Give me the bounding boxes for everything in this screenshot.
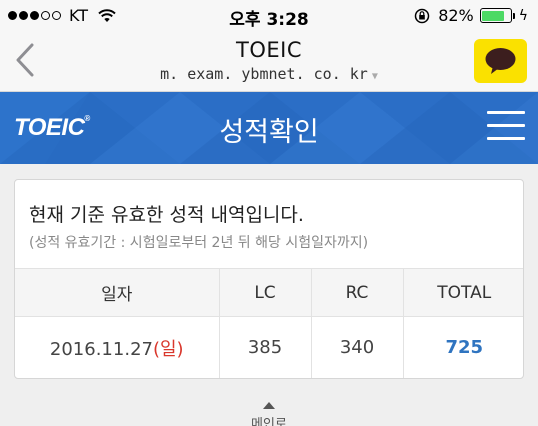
- score-date: 2016.11.27(일): [15, 316, 220, 378]
- page-title: 성적확인: [219, 117, 319, 148]
- column-header-lc: LC: [219, 268, 312, 317]
- kakao-share-button[interactable]: [474, 39, 527, 83]
- column-header-rc: RC: [311, 268, 404, 317]
- dropdown-caret-icon: ▼: [371, 71, 378, 82]
- status-bar: KT 오후 3:28 82% ϟ: [0, 0, 538, 32]
- score-total[interactable]: 725: [403, 317, 523, 379]
- browser-url[interactable]: m. exam. ybmnet. co. kr ▼: [0, 65, 538, 83]
- score-rc: 340: [311, 316, 404, 378]
- score-lc: 385: [219, 316, 312, 378]
- column-header-date: 일자: [15, 268, 220, 317]
- kakao-talk-icon: [485, 48, 516, 74]
- orientation-lock-icon: [414, 8, 430, 23]
- charging-icon: ϟ: [518, 7, 528, 24]
- validity-note: (성적 유효기간 : 시험일로부터 2년 뒤 해당 시험일자까지): [29, 235, 369, 251]
- column-header-total: TOTAL: [437, 282, 492, 303]
- score-table: 일자 LC RC TOTAL 2016.11.27(일) 385 340 725: [15, 268, 523, 379]
- score-card: 현재 기준 유효한 성적 내역입니다. (성적 유효기간 : 시험일로부터 2년…: [14, 179, 524, 379]
- status-right: 82% ϟ: [414, 6, 528, 25]
- url-text: m. exam. ybmnet. co. kr: [160, 65, 368, 83]
- arrow-up-icon: [263, 402, 275, 409]
- main-link-label: 메인로: [251, 417, 287, 426]
- table-header-row: 일자 LC RC TOTAL: [15, 268, 523, 317]
- card-heading: 현재 기준 유효한 성적 내역입니다.: [29, 204, 304, 226]
- battery-percent: 82%: [438, 6, 474, 25]
- battery-icon: [479, 8, 512, 23]
- browser-bar: TOEIC m. exam. ybmnet. co. kr ▼: [0, 32, 538, 92]
- browser-page-title: TOEIC: [236, 38, 302, 62]
- hamburger-menu-icon[interactable]: [487, 111, 525, 143]
- table-row: 2016.11.27(일) 385 340 725: [15, 316, 523, 379]
- main-page-link[interactable]: 메인로: [0, 402, 538, 426]
- day-of-week: (일): [152, 338, 184, 360]
- date-text: 2016.11.27: [49, 338, 153, 360]
- site-header: TOEIC® 성적확인: [0, 92, 538, 164]
